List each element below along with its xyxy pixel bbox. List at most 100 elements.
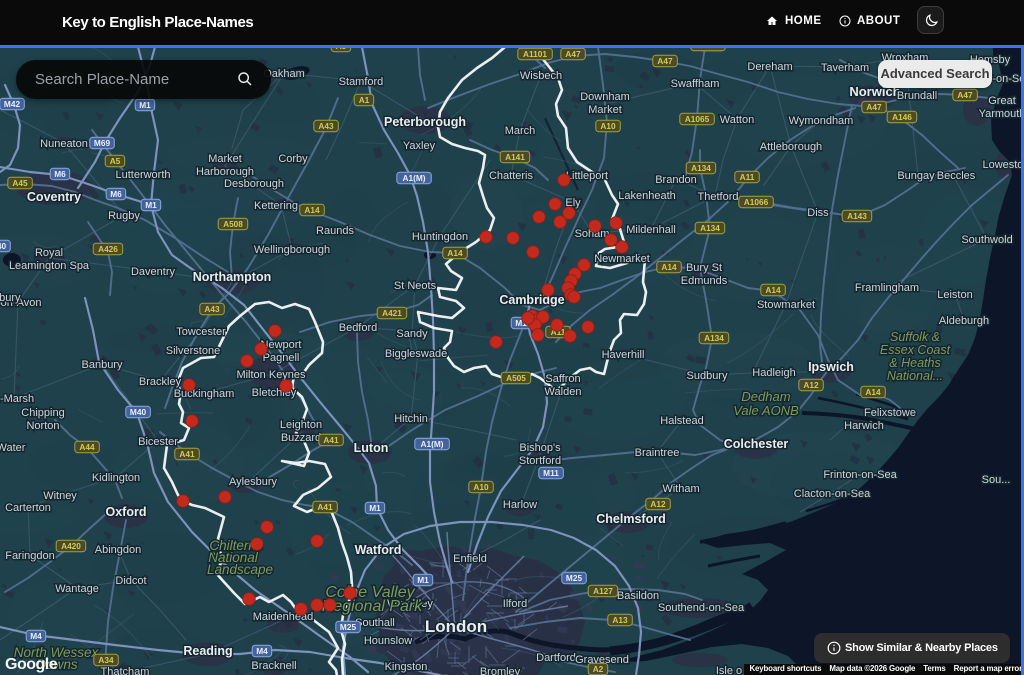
svg-text:A420: A420: [61, 541, 81, 551]
svg-text:Brackley: Brackley: [139, 376, 182, 388]
svg-text:Yaxley: Yaxley: [403, 140, 436, 152]
svg-text:Brandon: Brandon: [655, 174, 697, 186]
svg-text:Carterton: Carterton: [5, 502, 51, 514]
svg-text:Water: Water: [0, 442, 26, 454]
svg-text:Northampton: Northampton: [193, 270, 271, 284]
svg-text:Towcester: Towcester: [176, 326, 226, 338]
svg-text:M6: M6: [54, 169, 66, 179]
svg-text:Braintree: Braintree: [635, 447, 680, 459]
svg-text:Dedham: Dedham: [741, 389, 790, 404]
svg-text:Leighton: Leighton: [280, 419, 322, 431]
svg-text:Thetford: Thetford: [698, 191, 739, 203]
svg-text:Taverham: Taverham: [821, 62, 869, 74]
svg-text:Wellingborough: Wellingborough: [254, 244, 330, 256]
svg-text:M42: M42: [4, 99, 21, 109]
svg-text:St Neots: St Neots: [394, 280, 437, 292]
svg-text:Chipping: Chipping: [21, 407, 64, 419]
svg-text:Sou...: Sou...: [982, 474, 1011, 486]
svg-text:Coventry: Coventry: [27, 190, 81, 204]
svg-text:Landscape: Landscape: [207, 562, 273, 577]
svg-text:Lutterworth: Lutterworth: [115, 169, 170, 181]
svg-text:Nuneaton: Nuneaton: [40, 138, 88, 150]
svg-text:Dereham: Dereham: [747, 61, 792, 73]
svg-text:Harlow: Harlow: [503, 499, 537, 511]
svg-text:Vale AONB: Vale AONB: [733, 403, 799, 418]
svg-text:Peterborough: Peterborough: [384, 115, 466, 129]
svg-text:Norton: Norton: [26, 420, 59, 432]
svg-text:A5: A5: [110, 156, 121, 166]
svg-text:Corby: Corby: [278, 153, 308, 165]
svg-text:Witney: Witney: [43, 490, 77, 502]
svg-text:& Heaths: & Heaths: [889, 356, 940, 370]
svg-text:Biggleswade: Biggleswade: [385, 348, 447, 360]
svg-text:A10: A10: [600, 121, 616, 131]
svg-text:Bury St: Bury St: [686, 262, 722, 274]
svg-text:A47: A47: [565, 49, 581, 59]
svg-text:Brundall: Brundall: [897, 90, 937, 102]
svg-text:Bishop's: Bishop's: [519, 442, 561, 454]
svg-text:Saffron: Saffron: [545, 373, 580, 385]
svg-text:Stamford: Stamford: [339, 76, 384, 88]
svg-text:M1: M1: [139, 100, 151, 110]
svg-text:A134: A134: [691, 163, 711, 173]
svg-text:Abingdon: Abingdon: [95, 544, 142, 556]
svg-text:Buckingham: Buckingham: [174, 388, 235, 400]
svg-text:M4: M4: [30, 631, 42, 641]
svg-text:Wantage: Wantage: [55, 583, 99, 595]
svg-text:A426: A426: [98, 244, 118, 254]
svg-text:A1101: A1101: [523, 49, 547, 59]
svg-text:Framlingham: Framlingham: [855, 282, 919, 294]
svg-text:Enfield: Enfield: [453, 553, 487, 565]
svg-text:A146: A146: [892, 112, 912, 122]
svg-text:Bungay: Bungay: [897, 170, 935, 182]
svg-text:Reading: Reading: [183, 644, 232, 658]
svg-text:A47: A47: [957, 90, 973, 100]
svg-text:Witham: Witham: [662, 483, 699, 495]
svg-text:March: March: [505, 125, 536, 137]
svg-text:Kingston: Kingston: [385, 661, 428, 673]
svg-text:Hadleigh: Hadleigh: [752, 367, 795, 379]
svg-text:Great: Great: [988, 95, 1016, 107]
svg-text:Southend-on-Sea: Southend-on-Sea: [658, 602, 745, 614]
svg-text:Littleport: Littleport: [566, 170, 608, 182]
svg-text:A143: A143: [847, 211, 867, 221]
svg-text:A508: A508: [223, 219, 243, 229]
svg-text:Mildenhall: Mildenhall: [626, 224, 676, 236]
svg-text:Kidlington: Kidlington: [92, 472, 140, 484]
svg-text:A134: A134: [704, 333, 724, 343]
svg-text:Ipswich: Ipswich: [808, 360, 854, 374]
svg-text:Sudbury: Sudbury: [687, 370, 728, 382]
svg-text:Leamington Spa: Leamington Spa: [9, 260, 90, 272]
svg-text:Wymondham: Wymondham: [789, 115, 854, 127]
svg-text:M25: M25: [566, 573, 583, 583]
svg-text:A505: A505: [506, 373, 526, 383]
svg-text:A1(M): A1(M): [420, 439, 443, 449]
svg-text:Luton: Luton: [354, 441, 389, 455]
svg-text:Isle o: Isle o: [716, 665, 742, 675]
svg-text:Cambridge: Cambridge: [499, 293, 564, 307]
svg-text:Harwich: Harwich: [844, 420, 884, 432]
svg-text:Huntingdon: Huntingdon: [412, 231, 468, 243]
svg-text:Faringdon: Faringdon: [5, 550, 55, 562]
svg-text:Stowmarket: Stowmarket: [757, 299, 815, 311]
svg-text:Newmarket: Newmarket: [594, 253, 650, 265]
svg-text:A14: A14: [447, 248, 463, 258]
svg-text:A1: A1: [359, 95, 370, 105]
svg-text:M4: M4: [256, 646, 268, 656]
svg-text:A41: A41: [317, 502, 333, 512]
svg-text:Colchester: Colchester: [724, 437, 789, 451]
svg-text:A34: A34: [98, 655, 114, 665]
svg-text:Wisbech: Wisbech: [520, 70, 562, 82]
svg-text:Haverhill: Haverhill: [602, 349, 645, 361]
svg-text:Watford: Watford: [355, 543, 402, 557]
svg-text:M1: M1: [145, 200, 157, 210]
svg-text:A127: A127: [593, 586, 613, 596]
svg-text:Kettering: Kettering: [254, 200, 298, 212]
svg-text:Felixstowe: Felixstowe: [864, 407, 916, 419]
svg-text:M1: M1: [417, 575, 429, 585]
svg-text:Harborough: Harborough: [196, 166, 254, 178]
svg-text:Rugby: Rugby: [108, 210, 140, 222]
svg-text:Stortford: Stortford: [519, 455, 561, 467]
svg-text:Clacton-on-Sea: Clacton-on-Sea: [794, 488, 871, 500]
svg-text:A14: A14: [661, 262, 677, 272]
